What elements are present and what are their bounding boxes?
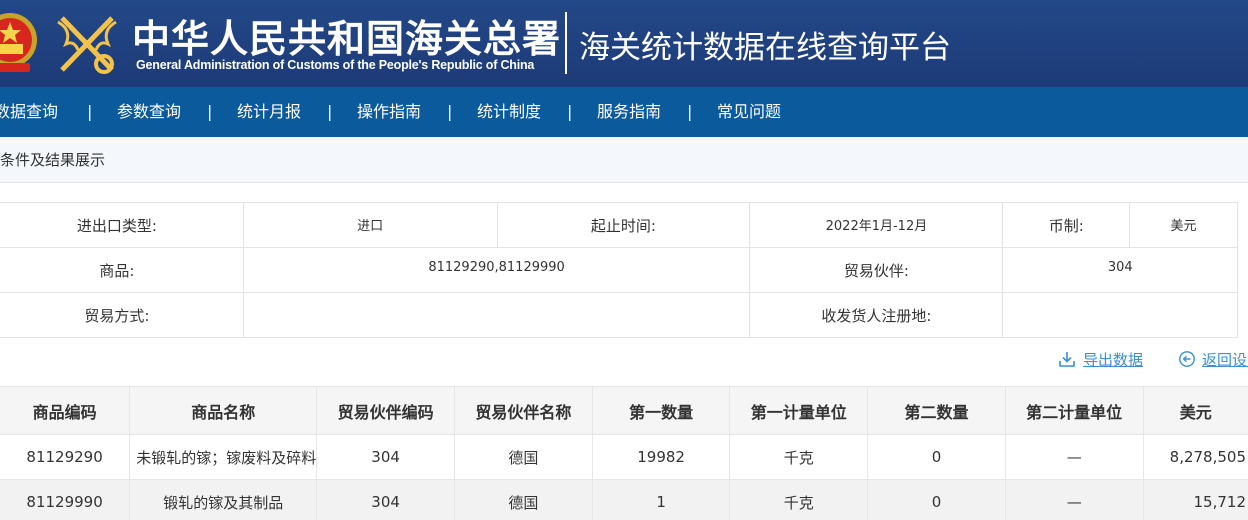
results-table: 商品编码 商品名称 贸易伙伴编码 贸易伙伴名称 第一数量 第一计量单位 第二数量… xyxy=(0,386,1248,520)
nav-separator: | xyxy=(687,102,693,121)
consignee-location-value xyxy=(1002,292,1238,338)
return-icon xyxy=(1179,351,1195,367)
back-to-settings-button[interactable]: 返回设置 xyxy=(1178,348,1248,372)
cell-commodity-code: 81129990 xyxy=(0,479,130,520)
org-name-cn: 中华人民共和国海关总署 xyxy=(132,16,562,61)
column-header-partner-name[interactable]: 贸易伙伴名称 xyxy=(454,386,593,435)
column-header-commodity-code[interactable]: 商品编码 xyxy=(0,386,130,435)
section-title: 查询条件及结果展示 xyxy=(0,151,106,169)
cell-second-unit: — xyxy=(1004,479,1144,520)
nav-item-monthly-report[interactable]: 统计月报 xyxy=(237,87,301,137)
section-header: 查询条件及结果展示 xyxy=(0,137,1248,183)
nav-separator: | xyxy=(327,102,333,121)
nav-item-service-guide[interactable]: 服务指南 xyxy=(597,87,661,137)
table-row: 81129290 未锻轧的镓；镓废料及碎料 304 德国 19982 千克 0 … xyxy=(0,434,1248,480)
nav-separator: | xyxy=(567,102,573,121)
currency-value: 美元 xyxy=(1129,202,1238,248)
currency-label: 币制: xyxy=(1002,202,1131,248)
platform-title: 海关统计数据在线查询平台 xyxy=(579,30,951,66)
nav-separator: | xyxy=(207,102,213,121)
query-criteria-table: 进出口类型: 进口 起止时间: 2022年1月-12月 币制: 美元 商品: 8… xyxy=(0,202,1238,338)
cell-first-unit: 千克 xyxy=(729,434,868,480)
column-header-second-unit[interactable]: 第二计量单位 xyxy=(1004,386,1144,435)
cell-partner-name: 德国 xyxy=(454,434,593,480)
nav-item-statistics-system[interactable]: 统计制度 xyxy=(477,87,541,137)
download-icon xyxy=(1059,352,1075,367)
cell-partner-code: 304 xyxy=(316,434,455,480)
cell-commodity-name: 未锻轧的镓；镓废料及碎料 xyxy=(129,434,317,480)
cell-second-quantity: 0 xyxy=(867,479,1006,520)
column-header-partner-code[interactable]: 贸易伙伴编码 xyxy=(316,386,455,435)
trade-mode-label: 贸易方式: xyxy=(0,292,244,338)
export-data-label: 导出数据 xyxy=(1083,351,1144,369)
cell-usd: 8,278,505 xyxy=(1142,434,1248,480)
nav-item-operation-guide[interactable]: 操作指南 xyxy=(357,87,421,137)
nav-separator: | xyxy=(447,102,453,121)
partner-value: 304 xyxy=(1002,247,1238,293)
trade-mode-value xyxy=(242,292,751,338)
column-header-second-quantity[interactable]: 第二数量 xyxy=(867,386,1006,435)
period-label: 起止时间: xyxy=(496,202,751,248)
cell-first-quantity: 19982 xyxy=(591,434,730,480)
cell-first-unit: 千克 xyxy=(729,479,868,520)
commodity-label: 商品: xyxy=(0,247,244,293)
nav-item-parameter-query[interactable]: 参数查询 xyxy=(117,87,181,137)
header-divider xyxy=(565,12,567,74)
trade-type-label: 进出口类型: xyxy=(0,202,244,248)
nav-item-data-query[interactable]: 数据查询 xyxy=(0,87,58,137)
consignee-location-label: 收发货人注册地: xyxy=(749,292,1004,338)
trade-type-value: 进口 xyxy=(242,202,498,248)
cell-commodity-code: 81129290 xyxy=(0,434,130,480)
org-name-en: General Administration of Customs of the… xyxy=(136,58,535,72)
nav-item-faq[interactable]: 常见问题 xyxy=(717,87,781,137)
cell-partner-code: 304 xyxy=(316,479,455,520)
table-row: 81129990 锻轧的镓及其制品 304 德国 1 千克 0 — 15,712 xyxy=(0,479,1248,520)
back-to-settings-label: 返回设置 xyxy=(1202,351,1248,369)
commodity-value: 81129290,81129990 xyxy=(242,247,751,293)
cell-second-unit: — xyxy=(1004,434,1144,480)
export-data-button[interactable]: 导出数据 xyxy=(1058,348,1143,372)
site-header: 中华人民共和国海关总署 General Administration of Cu… xyxy=(0,0,1248,87)
column-header-commodity-name[interactable]: 商品名称 xyxy=(129,386,317,435)
main-nav: 数据查询 | 参数查询 | 统计月报 | 操作指南 | 统计制度 | 服务指南 … xyxy=(0,87,1248,137)
nav-separator: | xyxy=(87,102,93,121)
column-header-first-unit[interactable]: 第一计量单位 xyxy=(729,386,868,435)
cell-usd: 15,712 xyxy=(1142,479,1248,520)
cell-partner-name: 德国 xyxy=(454,479,593,520)
results-header-row: 商品编码 商品名称 贸易伙伴编码 贸易伙伴名称 第一数量 第一计量单位 第二数量… xyxy=(0,386,1248,435)
partner-label: 贸易伙伴: xyxy=(749,247,1004,293)
customs-key-logo-icon xyxy=(57,16,117,74)
period-value: 2022年1月-12月 xyxy=(749,202,1004,248)
national-emblem-icon xyxy=(0,13,37,72)
cell-second-quantity: 0 xyxy=(867,434,1006,480)
cell-first-quantity: 1 xyxy=(591,479,730,520)
column-header-usd[interactable]: 美元 xyxy=(1142,386,1248,435)
column-header-first-quantity[interactable]: 第一数量 xyxy=(591,386,730,435)
cell-commodity-name: 锻轧的镓及其制品 xyxy=(129,479,317,520)
